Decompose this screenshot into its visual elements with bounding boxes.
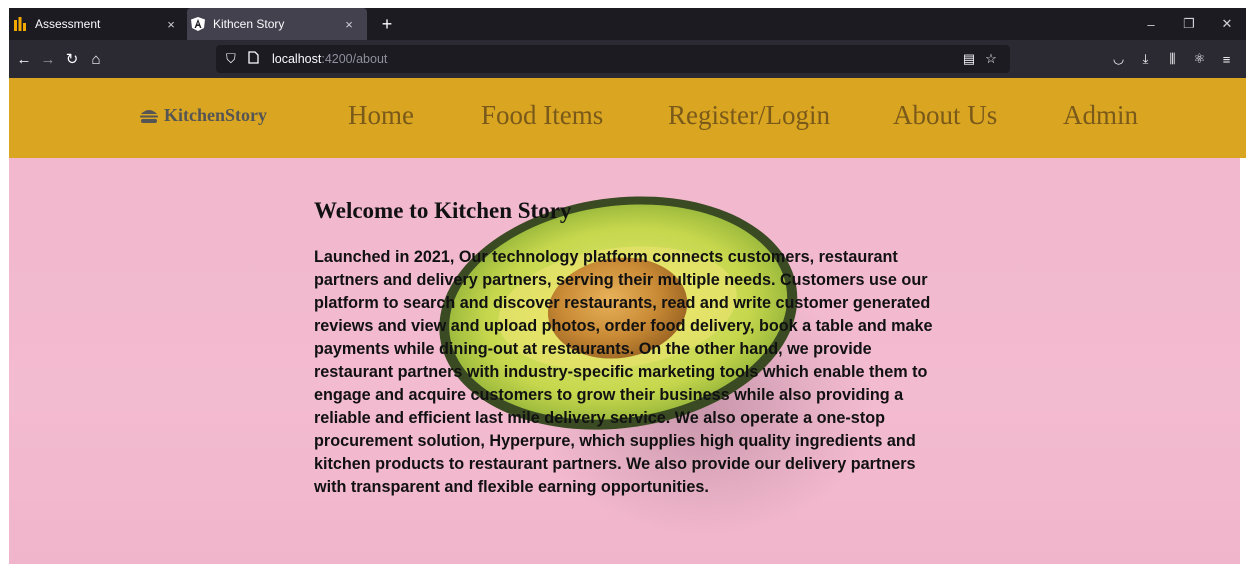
menu-icon[interactable]: ≡ (1213, 52, 1240, 67)
about-title: Welcome to Kitchen Story (314, 198, 572, 223)
library-icon[interactable]: ⫼ (1159, 51, 1186, 67)
shield-icon[interactable]: ⛉ (226, 51, 242, 67)
pocket-icon[interactable]: ◡ (1105, 51, 1132, 67)
brand-logo[interactable]: KitchenStory (140, 105, 267, 126)
tab-title: Assessment (35, 17, 101, 31)
assessment-favicon-icon (13, 17, 27, 31)
reload-icon[interactable]: ↻ (61, 50, 83, 68)
back-arrow-icon[interactable]: ← (13, 51, 35, 68)
restore-button[interactable]: ❐ (1170, 16, 1208, 32)
nav-about-us[interactable]: About Us (893, 100, 997, 131)
url-path: :4200/about (321, 52, 388, 66)
extensions-icon[interactable]: ⚛ (1186, 51, 1213, 67)
minimize-button[interactable]: – (1132, 17, 1170, 32)
nav-register-login[interactable]: Register/Login (668, 100, 830, 131)
tab-close-icon[interactable]: × (163, 17, 179, 32)
home-icon[interactable]: ⌂ (85, 51, 107, 68)
brand-name: KitchenStory (164, 105, 267, 125)
burger-icon (140, 108, 158, 124)
page-info-icon[interactable] (248, 51, 264, 67)
browser-tab-bar: Assessment × Kithcen Story × + – ❐ ✕ (9, 8, 1246, 40)
close-window-button[interactable]: ✕ (1208, 16, 1246, 32)
window-controls: – ❐ ✕ (1132, 8, 1246, 40)
downloads-icon[interactable]: ⤓ (1132, 51, 1159, 67)
tab-close-icon[interactable]: × (341, 17, 357, 32)
browser-toolbar: ← → ↻ ⌂ ⛉ localhost:4200/about ▤ ☆ ◡ ⤓ ⫼… (9, 40, 1246, 78)
site-navbar: KitchenStory Home Food Items Register/Lo… (9, 78, 1246, 158)
nav-home[interactable]: Home (348, 100, 414, 131)
nav-admin[interactable]: Admin (1063, 100, 1138, 131)
about-hero: Welcome to Kitchen Story Launched in 202… (9, 158, 1240, 564)
about-body: Launched in 2021, Our technology platfor… (314, 248, 933, 496)
bookmark-star-icon[interactable]: ☆ (980, 51, 1002, 67)
url-bar[interactable]: ⛉ localhost:4200/about ▤ ☆ (216, 45, 1010, 73)
url-host: localhost (272, 52, 322, 66)
tab-kitchen-story[interactable]: Kithcen Story × (187, 8, 367, 40)
angular-favicon-icon (191, 17, 205, 31)
forward-arrow-icon[interactable]: → (37, 51, 59, 68)
tab-assessment[interactable]: Assessment × (9, 8, 189, 40)
tab-title: Kithcen Story (213, 17, 285, 31)
reader-view-icon[interactable]: ▤ (958, 51, 980, 67)
nav-food-items[interactable]: Food Items (481, 100, 603, 131)
new-tab-button[interactable]: + (375, 14, 399, 35)
